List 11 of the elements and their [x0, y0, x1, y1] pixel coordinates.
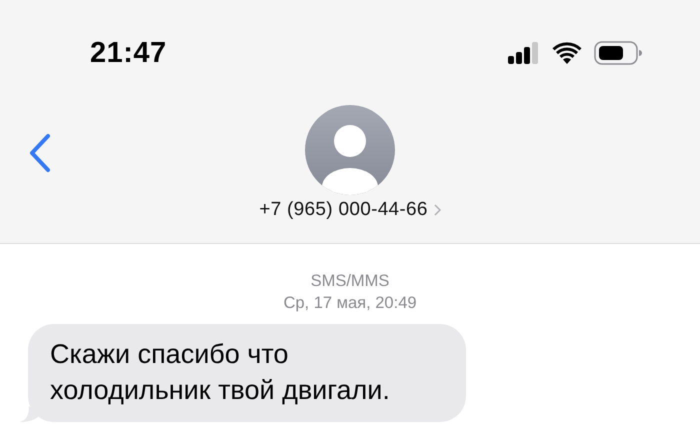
back-button[interactable]	[28, 133, 52, 173]
signal-icon	[508, 42, 540, 64]
status-time: 21:47	[90, 36, 167, 70]
battery-icon	[594, 41, 642, 65]
contact-phone[interactable]: +7 (965) 000-44-66	[259, 199, 428, 221]
message-timestamp: Ср, 17 мая, 20:49	[283, 293, 417, 314]
wifi-icon	[552, 42, 582, 64]
message-bubble: Скажи спасибо что холодильник твой двигали.	[28, 324, 466, 422]
service-label: SMS/MMS	[310, 271, 390, 292]
avatar-icon[interactable]	[305, 105, 395, 195]
chevron-icon	[434, 204, 441, 216]
